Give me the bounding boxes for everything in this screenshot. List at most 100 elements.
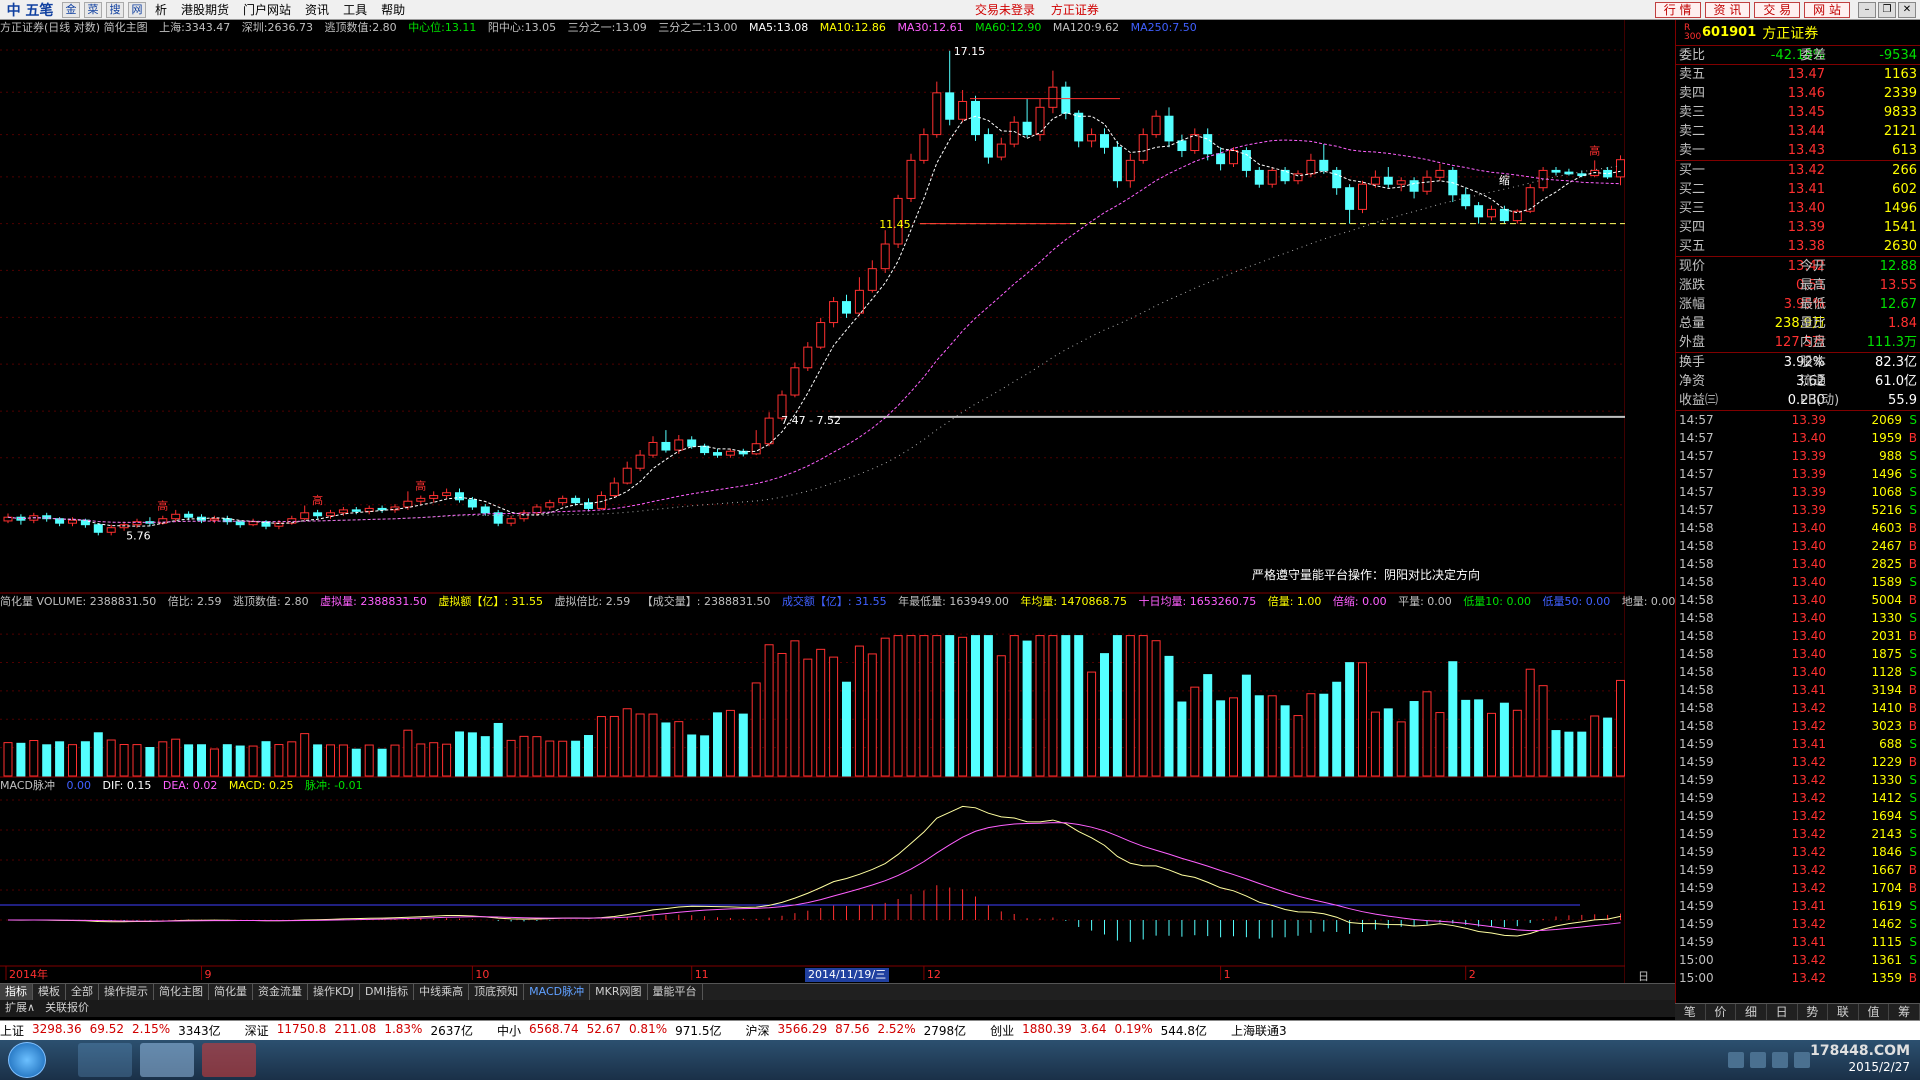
tab-operation-hint[interactable]: 操作提示 bbox=[99, 984, 154, 1000]
tab-macd-pulse[interactable]: MACD脉冲 bbox=[524, 984, 591, 1000]
k-line-chart[interactable]: 17.1815.6214.2012.9111.6210.469.418.477.… bbox=[0, 20, 1625, 983]
bid-row[interactable]: 买五 13.38 2630 bbox=[1676, 237, 1920, 256]
tab-midline[interactable]: 中线乘高 bbox=[414, 984, 470, 1000]
toolbar-icon-4[interactable]: 网 bbox=[128, 1, 146, 18]
tab-all[interactable]: 全部 bbox=[66, 984, 99, 1000]
index-中小[interactable]: 中小 6568.74 52.67 0.81% 971.5亿 bbox=[497, 1022, 729, 1039]
tab-template[interactable]: 模板 bbox=[33, 984, 66, 1000]
tick-side: S bbox=[1909, 503, 1917, 517]
tick-row: 14:59 13.41 688 S bbox=[1676, 735, 1920, 753]
tick-row: 14:57 13.39 1068 S bbox=[1676, 483, 1920, 501]
candle-body bbox=[1370, 176, 1380, 185]
expand-button[interactable]: 扩展∧ bbox=[0, 1000, 40, 1017]
tab-mkr[interactable]: MKR网图 bbox=[590, 984, 648, 1000]
network-tray-icon[interactable] bbox=[1772, 1052, 1788, 1068]
vol-deal: 【成交量】: 2388831.50 bbox=[641, 595, 771, 608]
menu-item-hk-futures[interactable]: 港股期货 bbox=[174, 0, 236, 20]
volume-bar bbox=[687, 734, 697, 777]
menu-item-portal[interactable]: 门户网站 bbox=[236, 0, 298, 20]
tick-volume: 1959 bbox=[1871, 431, 1902, 445]
chart-background bbox=[0, 20, 1625, 983]
toolbar-icon-2[interactable]: 菜 bbox=[84, 1, 102, 18]
tick-list[interactable]: 14:57 13.39 2069 S 14:57 13.40 1959 B 14:57 13.39… bbox=[1676, 411, 1920, 987]
info-button[interactable]: 资 讯 bbox=[1704, 2, 1751, 18]
menu-item-analysis[interactable]: 析 bbox=[148, 0, 174, 20]
tab-simple-volume[interactable]: 简化量 bbox=[209, 984, 253, 1000]
app-taskbar-icon[interactable] bbox=[202, 1043, 256, 1077]
tick-time: 14:58 bbox=[1679, 629, 1714, 643]
tick-side: S bbox=[1909, 575, 1917, 589]
toolbar-icon-1[interactable]: 金 bbox=[62, 1, 80, 18]
tab-value[interactable]: 值 bbox=[1859, 1004, 1890, 1020]
volume-bar bbox=[1035, 635, 1045, 777]
minimize-icon[interactable]: – bbox=[1858, 2, 1876, 18]
tab-tick[interactable]: 笔 bbox=[1675, 1004, 1706, 1020]
tab-indicator[interactable]: 指标 bbox=[0, 984, 33, 1000]
tab-top-bottom[interactable]: 顶底预知 bbox=[469, 984, 525, 1000]
index-percent: 1.83% bbox=[384, 1022, 423, 1036]
tab-kdj[interactable]: 操作KDJ bbox=[308, 984, 360, 1000]
menu-item-help[interactable]: 帮助 bbox=[374, 0, 412, 20]
tab-simple-main[interactable]: 简化主图 bbox=[154, 984, 209, 1000]
volume-tray-icon[interactable] bbox=[1794, 1052, 1810, 1068]
related-quotes-button[interactable]: 关联报价 bbox=[40, 1000, 94, 1017]
tab-trend[interactable]: 势 bbox=[1798, 1004, 1829, 1020]
candle-body bbox=[622, 467, 632, 484]
ime-tray-icon[interactable] bbox=[1728, 1052, 1744, 1068]
trade-login-status[interactable]: 交易未登录 bbox=[975, 3, 1035, 17]
tick-price: 13.42 bbox=[1791, 701, 1826, 715]
menu-item-news[interactable]: 资讯 bbox=[298, 0, 336, 20]
bid-row[interactable]: 买一 13.42 266 bbox=[1676, 161, 1920, 180]
tab-linked[interactable]: 联 bbox=[1828, 1004, 1859, 1020]
tick-time: 14:58 bbox=[1679, 521, 1714, 535]
clock[interactable]: 178448.COM 2015/2/27 bbox=[1810, 1043, 1910, 1075]
quotes-button[interactable]: 行 情 bbox=[1654, 2, 1701, 18]
tab-detail[interactable]: 细 bbox=[1736, 1004, 1767, 1020]
ask-row[interactable]: 卖四 13.46 2339 bbox=[1676, 84, 1920, 103]
index-深证[interactable]: 深证 11750.8 211.08 1.83% 2637亿 bbox=[245, 1022, 481, 1039]
bid-row[interactable]: 买四 13.39 1541 bbox=[1676, 218, 1920, 237]
bid-row[interactable]: 买二 13.41 602 bbox=[1676, 180, 1920, 199]
volume-bar bbox=[442, 743, 452, 777]
trade-button[interactable]: 交 易 bbox=[1754, 2, 1801, 18]
ime-indicator[interactable]: 中 五笔 bbox=[0, 0, 60, 20]
volume-bar bbox=[261, 741, 271, 777]
tick-volume: 1229 bbox=[1871, 755, 1902, 769]
tick-row: 15:00 13.42 1359 B bbox=[1676, 969, 1920, 987]
index-上证[interactable]: 上证 3298.36 69.52 2.15% 3343亿 bbox=[0, 1022, 229, 1039]
ask-row[interactable]: 卖二 13.44 2121 bbox=[1676, 122, 1920, 141]
volume-bar bbox=[1319, 693, 1329, 777]
candle-body bbox=[403, 500, 413, 508]
time-tick-label: 1 bbox=[1224, 968, 1231, 981]
ask-row[interactable]: 卖三 13.45 9833 bbox=[1676, 103, 1920, 122]
tab-dmi[interactable]: DMI指标 bbox=[360, 984, 415, 1000]
tick-price: 13.40 bbox=[1791, 575, 1826, 589]
volume-bar bbox=[1448, 661, 1458, 777]
users-taskbar-icon[interactable] bbox=[140, 1043, 194, 1077]
volume-bar bbox=[919, 635, 929, 777]
tick-time: 14:57 bbox=[1679, 467, 1714, 481]
tab-chips[interactable]: 筹 bbox=[1889, 1004, 1920, 1020]
chart-area[interactable]: 17.1815.6214.2012.9111.6210.469.418.477.… bbox=[0, 20, 1675, 1000]
candle-body bbox=[635, 454, 645, 469]
broker-name: 方正证券 bbox=[1050, 3, 1099, 17]
help-tray-icon[interactable] bbox=[1750, 1052, 1766, 1068]
tab-price[interactable]: 价 bbox=[1706, 1004, 1737, 1020]
index-沪深[interactable]: 沪深 3566.29 87.56 2.52% 2798亿 bbox=[745, 1022, 974, 1039]
toolbar-icon-3[interactable]: 搜 bbox=[106, 1, 124, 18]
tab-money-flow[interactable]: 资金流量 bbox=[253, 984, 308, 1000]
candle-body bbox=[1138, 134, 1148, 161]
restore-icon[interactable]: ❐ bbox=[1878, 2, 1896, 18]
index-name: 中小 bbox=[496, 1024, 521, 1038]
tab-volume-platform[interactable]: 量能平台 bbox=[648, 984, 703, 1000]
ie-taskbar-icon[interactable] bbox=[78, 1043, 132, 1077]
bid-row[interactable]: 买三 13.40 1496 bbox=[1676, 199, 1920, 218]
ask-row[interactable]: 卖五 13.47 1163 bbox=[1676, 65, 1920, 84]
ask-row[interactable]: 卖一 13.43 613 bbox=[1676, 141, 1920, 160]
website-button[interactable]: 网 站 bbox=[1804, 2, 1850, 18]
menu-item-tools[interactable]: 工具 bbox=[336, 0, 374, 20]
start-button[interactable] bbox=[8, 1042, 46, 1078]
close-icon[interactable]: ✕ bbox=[1898, 2, 1916, 18]
tab-day[interactable]: 日 bbox=[1767, 1004, 1798, 1020]
index-创业[interactable]: 创业 1880.39 3.64 0.19% 544.8亿 bbox=[990, 1022, 1215, 1039]
